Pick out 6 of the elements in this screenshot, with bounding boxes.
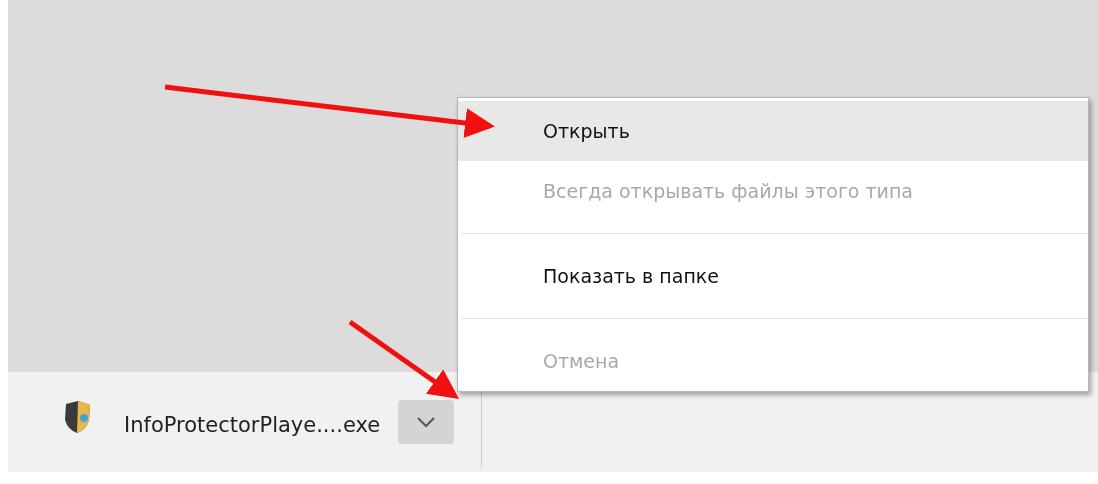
menu-item[interactable]: Открыть <box>458 101 1088 161</box>
dropdown-button[interactable] <box>398 400 455 444</box>
menu-item[interactable]: Показать в папке <box>458 246 1088 306</box>
file-name: InfoProtectorPlaye....exe <box>124 413 381 437</box>
chevron-icon <box>416 416 437 428</box>
shield-icon <box>62 400 92 434</box>
